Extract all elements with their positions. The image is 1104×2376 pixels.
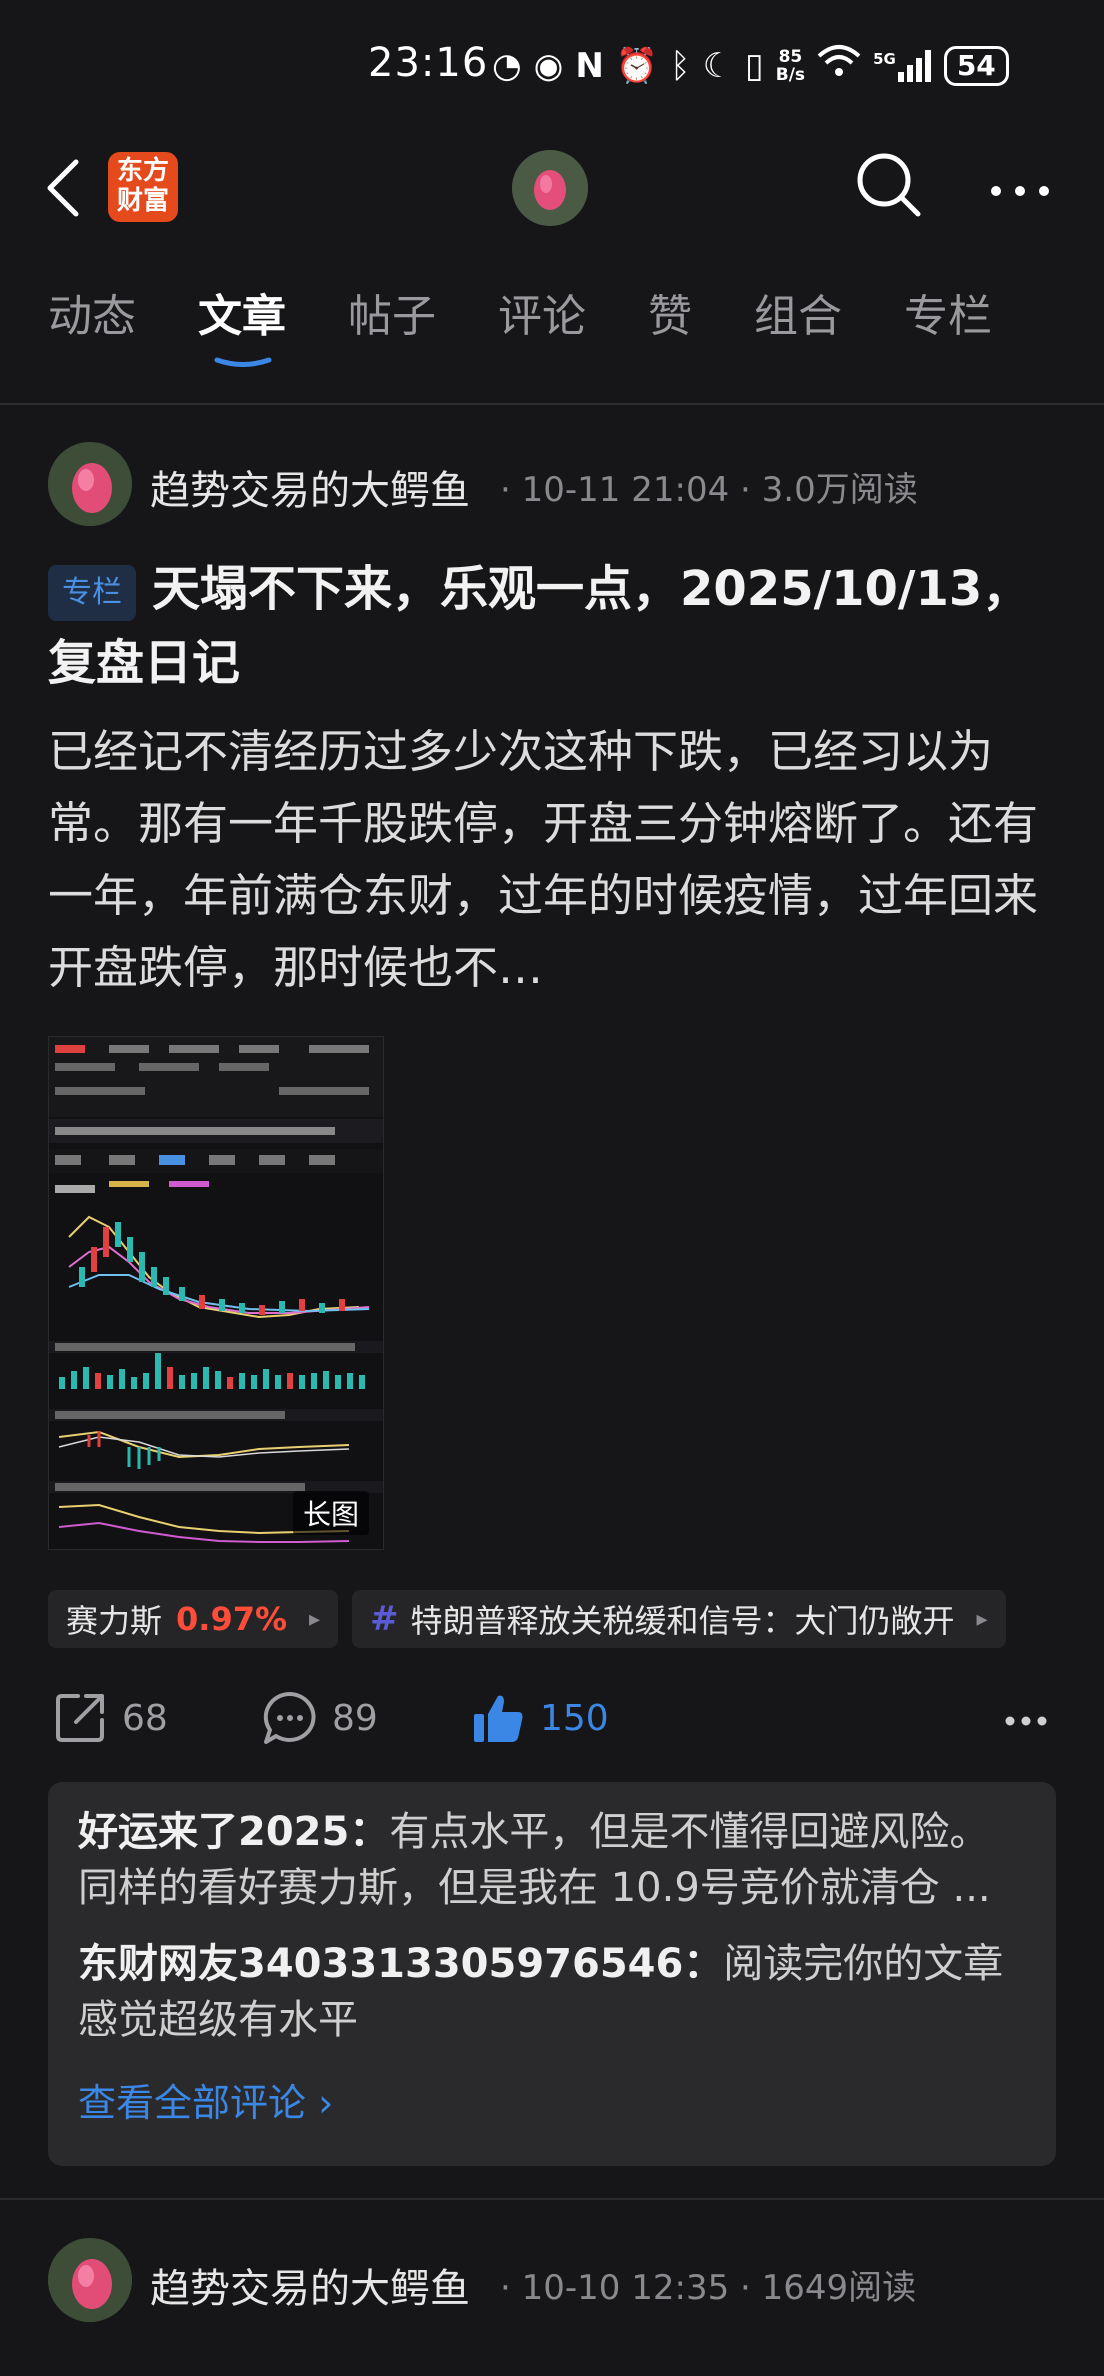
bluetooth-icon: ᛒ <box>670 45 691 86</box>
author-name[interactable]: 趋势交易的大鳄鱼 <box>150 2256 470 2314</box>
divider <box>0 2198 1104 2200</box>
stock-name: 赛力斯 <box>66 1602 163 1640</box>
comment-preview[interactable]: 好运来了2025：有点水平，但是不懂得回避风险。同样的看好赛力斯，但是我在 10… <box>48 1782 1056 2166</box>
view-all-comments-link[interactable]: 查看全部评论 › <box>78 2072 1026 2127</box>
author-avatar[interactable] <box>48 442 132 526</box>
cell-signal-icon: 5G <box>873 49 932 82</box>
tab-comments[interactable]: 评论 <box>498 280 586 344</box>
comment-item[interactable]: 好运来了2025：有点水平，但是不懂得回避风险。同样的看好赛力斯，但是我在 10… <box>78 1804 1026 1916</box>
app-logo[interactable]: 东方 财富 <box>108 152 178 222</box>
post-meta: · 10-10 12:35 · 1649阅读 <box>500 2268 917 2308</box>
chevron-right-icon: ▸ <box>976 1606 988 1632</box>
tab-dynamics[interactable]: 动态 <box>48 280 136 344</box>
like-button[interactable]: 150 <box>470 1690 609 1746</box>
speedometer-icon: ◔ <box>492 45 522 86</box>
post-image[interactable]: 长图 <box>48 1036 384 1550</box>
share-button[interactable]: 68 <box>52 1690 168 1746</box>
battery-icon: 54 <box>943 45 1009 86</box>
tab-likes[interactable]: 赞 <box>648 280 692 344</box>
vibrate-icon: ▯ <box>745 45 764 86</box>
thumbs-up-icon <box>474 1695 523 1742</box>
comment-user[interactable]: 好运来了2025 <box>78 1809 349 1855</box>
comment-count: 89 <box>332 1697 378 1739</box>
share-count: 68 <box>122 1697 168 1739</box>
chevron-right-icon: ▸ <box>309 1606 321 1632</box>
post-meta: · 10-11 21:04 · 3.0万阅读 <box>500 470 918 510</box>
author-avatar[interactable] <box>48 2238 132 2322</box>
tab-posts[interactable]: 帖子 <box>348 280 436 344</box>
net-speed: 85 B/s <box>775 46 806 85</box>
nfc-icon: N <box>575 45 604 86</box>
author-name[interactable]: 趋势交易的大鳄鱼 <box>150 458 470 516</box>
long-image-tag: 长图 <box>292 1491 369 1535</box>
back-icon[interactable] <box>44 158 82 218</box>
topic-chip[interactable]: # 特朗普释放关税缓和信号：大门仍敞开 ▸ <box>352 1590 1006 1648</box>
comment-icon <box>263 1691 316 1744</box>
alarm-icon: ⏰ <box>615 45 659 86</box>
like-count: 150 <box>540 1697 609 1739</box>
tab-portfolio[interactable]: 组合 <box>754 280 842 344</box>
moon-icon: ☾ <box>702 45 734 86</box>
search-icon[interactable] <box>854 150 924 220</box>
share-icon <box>56 1694 104 1742</box>
wifi-icon <box>817 44 861 87</box>
column-badge: 专栏 <box>48 565 136 621</box>
tab-column[interactable]: 专栏 <box>904 280 992 344</box>
post-more-icon[interactable] <box>1004 1712 1048 1731</box>
more-options-icon[interactable] <box>990 182 1050 196</box>
tab-bar: 动态 文章 帖子 评论 赞 组合 专栏 <box>0 280 1104 350</box>
eye-icon: ◉ <box>533 45 564 86</box>
status-time: 23:16 <box>368 40 489 86</box>
stock-chart-thumbnail <box>49 1037 383 1549</box>
comment-item[interactable]: 东财网友3403313305976546：阅读完你的文章感觉超级有水平 <box>78 1936 1026 2048</box>
hashtag-icon: # <box>370 1599 399 1639</box>
status-icons: ◔ ◉ N ⏰ ᛒ ☾ ▯ 85 B/s 5G 54 <box>492 44 1009 87</box>
topic-text: 特朗普释放关税缓和信号：大门仍敞开 <box>410 1602 955 1640</box>
post-body[interactable]: 已经记不清经历过多少次这种下跌，已经习以为常。那有一年千股跌停，开盘三分钟熔断了… <box>48 716 1058 1004</box>
comment-user[interactable]: 东财网友3403313305976546 <box>78 1941 683 1987</box>
tab-articles[interactable]: 文章 <box>198 280 286 344</box>
comment-button[interactable]: 89 <box>262 1690 378 1746</box>
active-tab-indicator <box>214 352 272 367</box>
divider <box>0 403 1104 405</box>
post-title[interactable]: 天塌不下来，乐观一点，2025/10/13，复盘日记 <box>48 552 1058 700</box>
status-bar: 23:16 ◔ ◉ N ⏰ ᛒ ☾ ▯ 85 B/s 5G 54 <box>0 0 1104 130</box>
profile-avatar[interactable] <box>512 150 588 226</box>
stock-chip[interactable]: 赛力斯 0.97% ▸ <box>48 1590 339 1648</box>
stock-change: 0.97% <box>176 1600 288 1638</box>
